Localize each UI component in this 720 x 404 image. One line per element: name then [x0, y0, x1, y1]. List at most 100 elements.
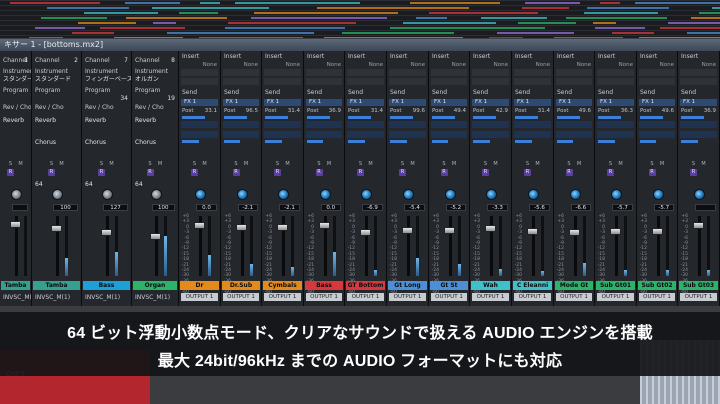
instrument-value[interactable]: スタンダード [35, 76, 71, 84]
volume-value[interactable]: 100 [53, 204, 78, 211]
fader-icon[interactable] [101, 229, 112, 236]
send-level-bar[interactable] [307, 116, 330, 119]
send-level-bar[interactable] [390, 116, 413, 119]
pan-knob-icon[interactable] [361, 189, 372, 200]
channel-name[interactable]: Organ [133, 281, 177, 290]
send-level-bar-2[interactable] [307, 140, 323, 143]
record-icon[interactable]: R [357, 169, 364, 176]
send-level-bar-2[interactable] [515, 140, 532, 143]
solo-icon[interactable]: S [7, 161, 14, 168]
output-select[interactable]: OUTPUT 1 [181, 293, 218, 301]
arranger-clip[interactable] [635, 2, 720, 4]
channel-number[interactable]: 1 [24, 57, 28, 65]
arranger-clip[interactable] [225, 27, 345, 29]
arranger-clip[interactable] [416, 17, 447, 19]
channel-name[interactable]: Dr.Sub [222, 281, 260, 290]
send-fx-slot[interactable]: FX 1 [514, 99, 551, 106]
output-label[interactable]: INVSC_M(1) [35, 294, 70, 302]
arranger-clip[interactable] [691, 17, 720, 19]
arranger-clip[interactable] [167, 32, 314, 34]
record-icon[interactable]: R [48, 169, 55, 176]
send-post-value[interactable]: 31.4 [371, 108, 383, 115]
record-icon[interactable]: R [607, 169, 614, 176]
arranger-clip[interactable] [84, 12, 158, 14]
fader-icon[interactable] [485, 225, 496, 232]
insert-value[interactable]: None [369, 61, 383, 69]
chorus-value[interactable]: Chorus [135, 139, 156, 147]
send-fx-slot[interactable]: FX 1 [556, 99, 592, 106]
record-icon[interactable]: R [524, 169, 531, 176]
pan-value[interactable]: 64 [135, 181, 143, 189]
send-fx-slot[interactable]: FX 1 [181, 99, 218, 106]
arranger-clip[interactable] [179, 12, 218, 14]
mute-icon[interactable]: M [492, 161, 499, 168]
pan-knob-icon[interactable] [319, 189, 331, 200]
send-fx-slot[interactable]: FX 1 [223, 99, 259, 106]
arranger-clip[interactable] [235, 2, 360, 4]
output-label[interactable]: INVSC_M(1) [3, 294, 32, 302]
send-post-value[interactable]: 31.4 [288, 108, 300, 115]
fader-icon[interactable] [693, 222, 704, 229]
solo-icon[interactable]: S [649, 161, 656, 168]
output-label[interactable]: INVSC_M(1) [85, 294, 120, 302]
send-level-bar-2[interactable] [224, 140, 240, 143]
arranger-clip[interactable] [699, 12, 720, 14]
program-value[interactable]: 19 [167, 95, 175, 103]
send-fx-slot-3[interactable] [223, 131, 259, 138]
send-fx-slot-2[interactable] [597, 121, 634, 128]
insert-value[interactable]: None [452, 61, 466, 69]
pan-knob-icon[interactable] [150, 189, 162, 200]
send-post-value[interactable]: 36.9 [329, 108, 341, 115]
volume-value[interactable] [695, 204, 716, 211]
fader-icon[interactable] [235, 224, 247, 231]
record-icon[interactable]: R [191, 169, 198, 176]
insert-slot[interactable] [431, 78, 467, 85]
send-fx-slot-3[interactable] [597, 131, 634, 138]
insert-value[interactable]: None [660, 61, 674, 69]
arranger-clip[interactable] [525, 2, 580, 4]
send-fx-slot-3[interactable] [389, 131, 426, 138]
mute-icon[interactable]: M [243, 161, 250, 168]
volume-value[interactable]: 100 [151, 204, 175, 211]
send-post-value[interactable]: 42.9 [496, 108, 508, 115]
send-fx-slot[interactable]: FX 1 [389, 99, 426, 106]
mute-icon[interactable]: M [409, 161, 416, 168]
insert-slot[interactable] [597, 78, 634, 85]
insert-slot[interactable] [431, 69, 467, 76]
volume-value[interactable]: -2.1 [237, 204, 258, 211]
channel-name[interactable]: Sub Gt01 [596, 281, 635, 290]
send-fx-slot-2[interactable] [680, 121, 717, 128]
mute-icon[interactable]: M [700, 161, 707, 168]
insert-value[interactable]: None [536, 61, 550, 69]
record-icon[interactable]: R [232, 169, 240, 176]
send-post-value[interactable]: 36.3 [621, 108, 633, 115]
send-fx-slot-2[interactable] [306, 121, 342, 128]
insert-slot[interactable] [389, 69, 426, 76]
channel-name[interactable]: Dr [180, 281, 219, 290]
solo-icon[interactable]: S [566, 161, 573, 168]
arranger-clip[interactable] [584, 12, 658, 14]
mute-icon[interactable]: M [326, 161, 333, 168]
output-label[interactable]: INVSC_M(1) [135, 294, 170, 302]
send-fx-slot-3[interactable] [514, 131, 551, 138]
send-level-bar[interactable] [224, 116, 247, 119]
send-post-value[interactable]: 36.9 [704, 108, 716, 115]
send-post-value[interactable]: 49.4 [454, 108, 466, 115]
send-level-bar-2[interactable] [348, 140, 365, 143]
send-level-bar-2[interactable] [681, 140, 698, 143]
fader-icon[interactable] [443, 227, 455, 234]
insert-slot[interactable] [181, 69, 218, 76]
insert-slot[interactable] [639, 69, 675, 76]
arranger-clip[interactable] [522, 7, 569, 9]
fader-icon[interactable] [10, 221, 21, 228]
chorus-value[interactable]: Chorus [85, 139, 106, 147]
volume-value[interactable]: -5.4 [404, 204, 425, 211]
volume-value[interactable]: -6.9 [362, 204, 383, 211]
send-fx-slot-2[interactable] [347, 121, 384, 128]
channel-name[interactable]: Cymbals [263, 281, 302, 290]
insert-slot[interactable] [514, 69, 551, 76]
send-fx-slot[interactable]: FX 1 [680, 99, 717, 106]
record-icon[interactable]: R [648, 169, 656, 176]
mute-icon[interactable]: M [617, 161, 624, 168]
output-select[interactable]: OUTPUT 1 [639, 293, 675, 301]
